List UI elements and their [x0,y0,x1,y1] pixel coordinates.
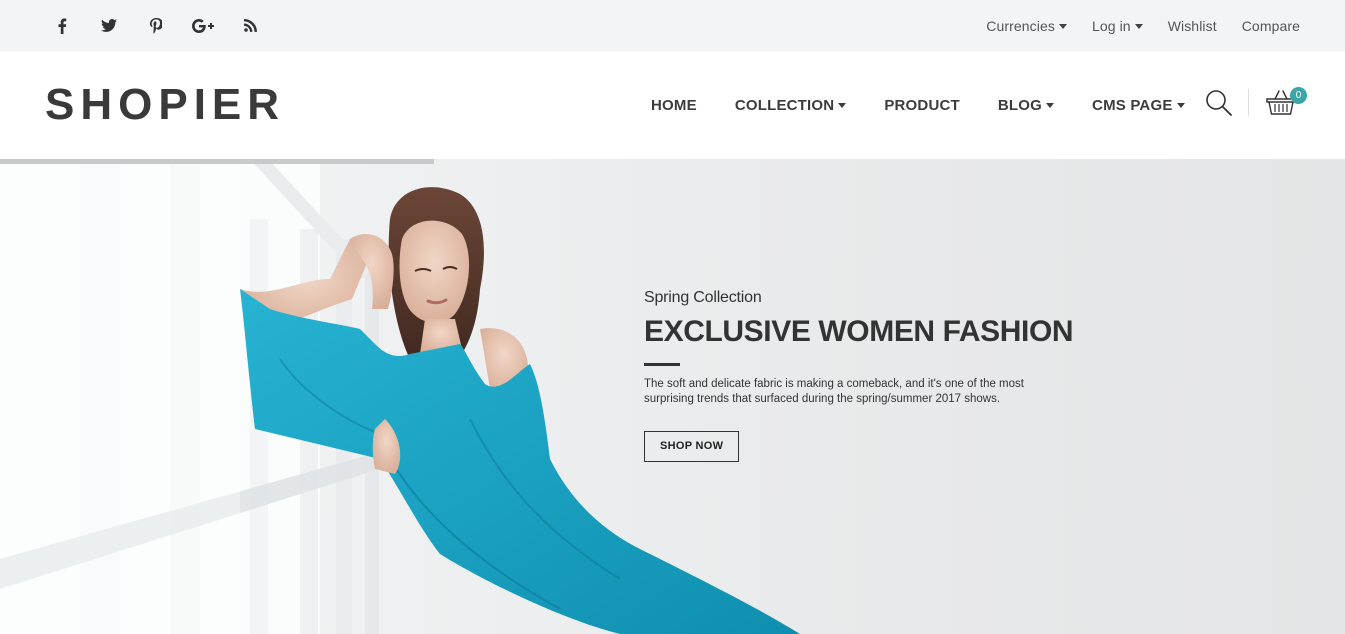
chevron-down-icon [1134,23,1143,29]
pinterest-icon[interactable] [144,14,168,38]
currencies-label: Currencies [986,17,1055,34]
search-icon[interactable] [1204,88,1234,118]
social-links [50,0,285,51]
nav-home[interactable]: HOME [651,97,697,114]
rss-icon[interactable] [238,14,262,38]
nav-label: COLLECTION [734,96,835,114]
chevron-down-icon [1046,103,1055,108]
chevron-down-icon [1176,103,1185,108]
twitter-icon[interactable] [97,14,121,38]
compare-link[interactable]: Compare [1242,18,1300,34]
cart-count-badge: 0 [1290,87,1307,104]
hero-divider [644,363,680,366]
nav-label: BLOG [997,96,1043,114]
compare-label: Compare [1241,17,1300,34]
nav-blog[interactable]: BLOG [997,96,1055,114]
facebook-icon[interactable] [50,14,74,38]
top-bar: Currencies Log in Wishlist Compare [0,0,1345,51]
nav-label: PRODUCT [884,96,960,114]
shop-now-button[interactable]: SHOP NOW [644,431,740,462]
nav-collection[interactable]: COLLECTION [735,97,847,114]
logo[interactable]: SHOPIER [45,80,285,130]
hero-description: The soft and delicate fabric is making a… [644,378,1024,405]
chevron-down-icon [1058,23,1067,29]
nav-cms-page[interactable]: CMS PAGE [1092,97,1185,114]
main-nav: HOME COLLECTION PRODUCT BLOG CMS PAGE [651,51,1223,159]
hero-content: Spring Collection EXCLUSIVE WOMEN FASHIO… [644,289,1084,462]
nav-product[interactable]: PRODUCT [884,97,960,114]
chevron-down-icon [838,103,847,108]
google-plus-icon[interactable] [191,14,215,38]
wishlist-label: Wishlist [1167,17,1217,34]
nav-label: HOME [651,96,697,114]
hero-banner: Spring Collection EXCLUSIVE WOMEN FASHIO… [0,159,1345,634]
hero-title: EXCLUSIVE WOMEN FASHION [644,315,1074,348]
wishlist-link[interactable]: Wishlist [1168,18,1217,34]
currencies-dropdown[interactable]: Currencies [986,18,1067,34]
header-divider [1248,89,1249,116]
top-links: Currencies Log in Wishlist Compare [961,0,1300,51]
login-label: Log in [1091,17,1131,34]
hero-subtitle: Spring Collection [644,289,762,306]
main-header: SHOPIER HOME COLLECTION PRODUCT BLOG CMS… [0,51,1345,159]
login-dropdown[interactable]: Log in [1092,18,1143,34]
nav-label: CMS PAGE [1092,96,1173,114]
slider-progress-bar [0,159,434,164]
